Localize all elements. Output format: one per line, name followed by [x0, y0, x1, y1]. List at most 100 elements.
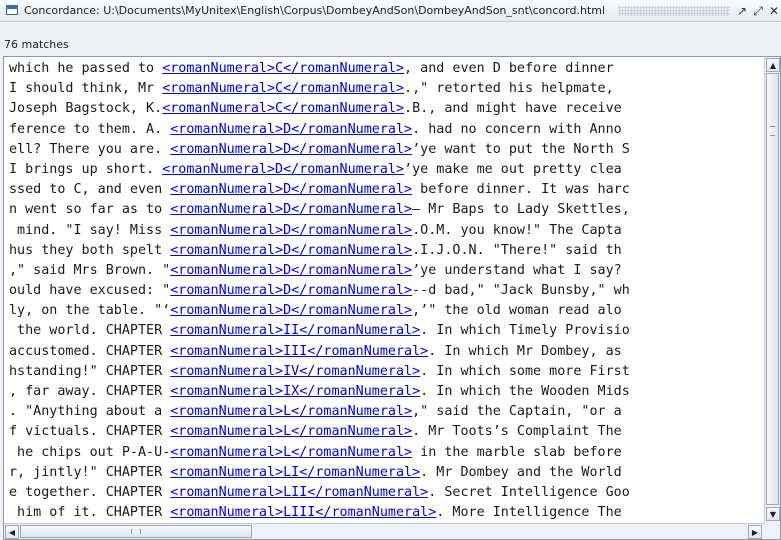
right-context: ’ye understand what I say? — [412, 262, 622, 278]
concordance-line: I should think, Mr <romanNumeral>C</roma… — [9, 79, 764, 99]
left-context: ," said Mrs Brown. " — [9, 262, 171, 278]
match-link[interactable]: <romanNumeral>D</romanNumeral> — [170, 142, 412, 157]
match-link[interactable]: <romanNumeral>D</romanNumeral> — [170, 303, 412, 318]
left-context: mind. "I say! Miss — [9, 222, 171, 238]
left-context: he chips out P-A-U- — [9, 444, 171, 460]
vertical-scroll-thumb[interactable] — [766, 73, 779, 505]
match-link[interactable]: <romanNumeral>IX</romanNumeral> — [170, 384, 420, 399]
left-context: ell? There you are. — [9, 141, 171, 157]
left-context: which he passed to — [9, 61, 163, 76]
left-context: e together. CHAPTER — [9, 484, 171, 500]
window-title: Concordance: U:\Documents\MyUnitex\Engli… — [24, 4, 606, 17]
left-context: ference to them. A. — [9, 121, 171, 137]
concordance-line: he chips out P-A-U-<romanNumeral>L</roma… — [9, 443, 764, 463]
right-context: . In which Mr Dombey, as — [428, 343, 622, 359]
right-context: , and even D before dinner — [404, 61, 614, 76]
match-count: 76 matches — [0, 22, 781, 56]
concordance-line: , far away. CHAPTER <romanNumeral>IX</ro… — [9, 382, 764, 402]
match-link[interactable]: <romanNumeral>LI</romanNumeral> — [170, 465, 420, 480]
left-context: n went so far as to — [9, 202, 171, 218]
right-context: . Mr Toots’s Complaint The — [412, 424, 622, 440]
concordance-line: f victuals. CHAPTER <romanNumeral>L</rom… — [9, 422, 764, 442]
left-context: ssed to C, and even — [9, 182, 171, 198]
window-icon — [6, 5, 18, 15]
match-link[interactable]: <romanNumeral>D</romanNumeral> — [170, 283, 412, 298]
horizontal-scrollbar[interactable]: ◀ ▶ — [4, 523, 764, 539]
concordance-line: ly, on the table. "‘<romanNumeral>D</rom… — [9, 301, 764, 321]
scroll-left-icon[interactable]: ◀ — [5, 525, 19, 539]
match-link[interactable]: <romanNumeral>D</romanNumeral> — [170, 263, 412, 278]
right-context: .," retorted his helpmate, — [404, 81, 614, 97]
scroll-right-icon[interactable]: ▶ — [748, 525, 762, 539]
right-context: . In which the Wooden Mids — [420, 384, 630, 399]
match-link[interactable]: <romanNumeral>II</romanNumeral> — [170, 323, 420, 338]
concordance-line: hus they both spelt <romanNumeral>D</rom… — [9, 241, 764, 261]
concordance-line: ference to them. A. <romanNumeral>D</rom… — [9, 120, 764, 140]
right-context: . Mr Dombey and the World — [420, 464, 622, 480]
match-link[interactable]: <romanNumeral>D</romanNumeral> — [170, 182, 412, 197]
right-context: . In which Timely Provisio — [420, 323, 630, 339]
concordance-line: ssed to C, and even <romanNumeral>D</rom… — [9, 180, 764, 200]
right-context: . had no concern with Anno — [412, 121, 622, 137]
right-context: ,’" the old woman read alo — [412, 303, 622, 319]
left-context: ly, on the table. "‘ — [9, 303, 171, 319]
concordance-line: . "Anything about a <romanNumeral>L</rom… — [9, 402, 764, 422]
restore-icon[interactable]: ↗ — [734, 3, 750, 19]
match-link[interactable]: <romanNumeral>C</romanNumeral> — [162, 61, 404, 76]
right-context: before dinner. It was harc — [412, 182, 630, 198]
left-context: ould have excused: " — [9, 283, 171, 299]
concordance-line: the world. CHAPTER <romanNumeral>II</rom… — [9, 321, 764, 341]
concordance-line: him of it. CHAPTER <romanNumeral>LIII</r… — [9, 503, 764, 523]
maximize-icon[interactable]: ⤢ — [750, 3, 766, 19]
scroll-down-icon[interactable]: ▼ — [766, 507, 780, 521]
left-context: r, jintly!" CHAPTER — [9, 464, 171, 480]
left-context: accustomed. CHAPTER — [9, 343, 171, 359]
left-context: , far away. CHAPTER — [9, 384, 171, 399]
right-context: --d bad," "Jack Bunsby," wh — [412, 283, 630, 299]
concordance-list: which he passed to <romanNumeral>C</roma… — [4, 57, 764, 523]
concordance-line: ell? There you are. <romanNumeral>D</rom… — [9, 140, 764, 160]
right-context: .I.J.O.N. "There!" said th — [412, 242, 622, 258]
concordance-line: which he passed to <romanNumeral>C</roma… — [9, 59, 764, 79]
right-context: ," said the Captain, "or a — [412, 404, 622, 420]
horizontal-scroll-thumb[interactable] — [20, 525, 252, 538]
match-link[interactable]: <romanNumeral>III</romanNumeral> — [170, 344, 428, 359]
left-context: Joseph Bagstock, K. — [9, 101, 163, 117]
match-link[interactable]: <romanNumeral>LII</romanNumeral> — [170, 485, 428, 500]
right-context: – Mr Baps to Lady Skettles, — [412, 202, 630, 218]
match-link[interactable]: <romanNumeral>D</romanNumeral> — [170, 243, 412, 258]
left-context: I should think, Mr — [9, 81, 163, 97]
title-bar[interactable]: Concordance: U:\Documents\MyUnitex\Engli… — [0, 0, 781, 22]
concordance-panel: which he passed to <romanNumeral>C</roma… — [3, 56, 781, 540]
right-context: .B., and might have receive — [404, 101, 622, 117]
match-link[interactable]: <romanNumeral>L</romanNumeral> — [170, 445, 412, 460]
concordance-line: ," said Mrs Brown. "<romanNumeral>D</rom… — [9, 261, 764, 281]
match-link[interactable]: <romanNumeral>LIII</romanNumeral> — [170, 505, 436, 520]
right-context: ’ye make me out pretty clea — [404, 161, 622, 177]
close-icon[interactable]: ✕ — [766, 3, 781, 19]
match-link[interactable]: <romanNumeral>C</romanNumeral> — [162, 81, 404, 96]
match-link[interactable]: <romanNumeral>C</romanNumeral> — [162, 101, 404, 116]
match-link[interactable]: <romanNumeral>D</romanNumeral> — [170, 223, 412, 238]
left-context: f victuals. CHAPTER — [9, 424, 171, 440]
right-context: . More Intelligence The — [436, 505, 622, 521]
right-context: in the marble slab before — [412, 444, 622, 460]
title-grip — [618, 6, 730, 16]
scroll-up-icon[interactable]: ▲ — [766, 58, 780, 72]
right-context: . Secret Intelligence Goo — [428, 484, 630, 500]
right-context: ’ye want to put the North S — [412, 141, 630, 157]
match-link[interactable]: <romanNumeral>D</romanNumeral> — [170, 122, 412, 137]
match-link[interactable]: <romanNumeral>D</romanNumeral> — [162, 162, 404, 177]
scroll-corner — [764, 523, 780, 539]
vertical-scrollbar[interactable]: ▲ ▼ — [764, 57, 780, 523]
concordance-line: accustomed. CHAPTER <romanNumeral>III</r… — [9, 342, 764, 362]
concordance-line: hstanding!" CHAPTER <romanNumeral>IV</ro… — [9, 362, 764, 382]
left-context: hstanding!" CHAPTER — [9, 363, 171, 379]
match-link[interactable]: <romanNumeral>L</romanNumeral> — [170, 404, 412, 419]
left-context: him of it. CHAPTER — [9, 505, 171, 521]
left-context: the world. CHAPTER — [9, 323, 171, 339]
concordance-line: e together. CHAPTER <romanNumeral>LII</r… — [9, 483, 764, 503]
match-link[interactable]: <romanNumeral>L</romanNumeral> — [170, 424, 412, 439]
match-link[interactable]: <romanNumeral>IV</romanNumeral> — [170, 364, 420, 379]
match-link[interactable]: <romanNumeral>D</romanNumeral> — [170, 202, 412, 217]
